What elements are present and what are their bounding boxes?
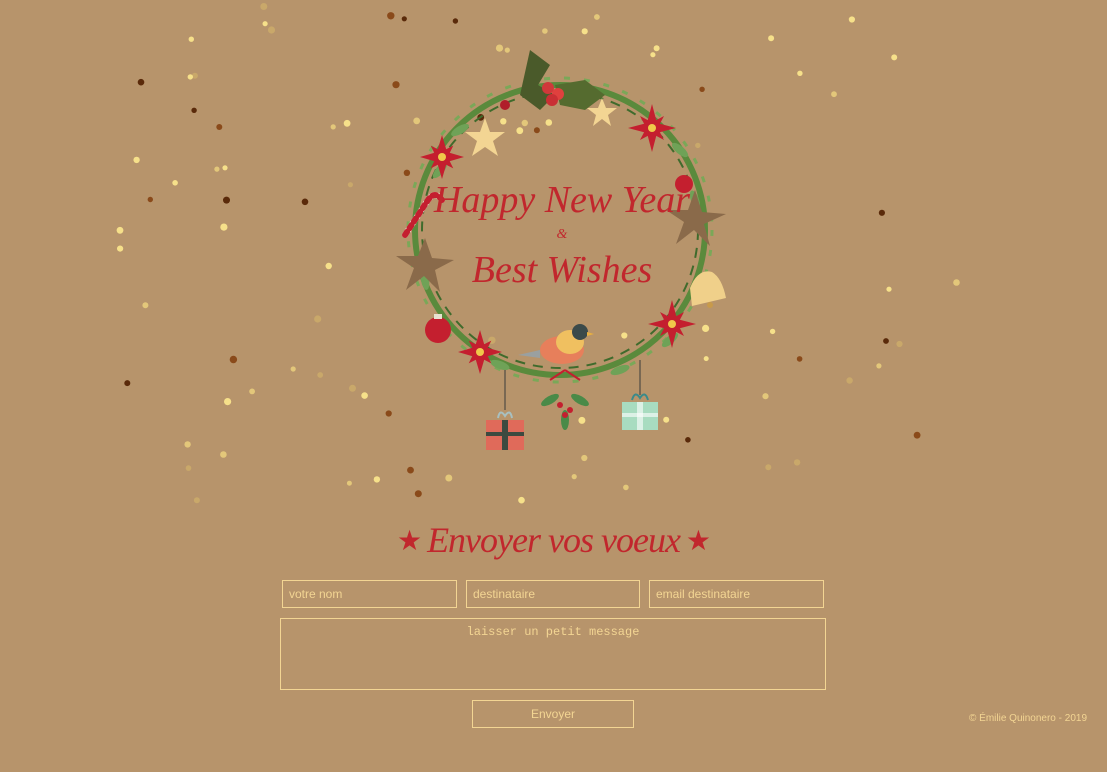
confetti-dot — [220, 451, 227, 458]
bird-icon — [518, 324, 594, 364]
confetti-dot — [267, 26, 276, 34]
form-title: ★ Envoyer vos voeux ★ — [0, 518, 1107, 566]
send-button[interactable]: Envoyer — [472, 700, 634, 728]
confetti-dot — [142, 302, 149, 309]
confetti-dot — [883, 338, 889, 344]
confetti-dot — [325, 262, 332, 270]
confetti-dot — [848, 16, 856, 23]
confetti-dot — [581, 28, 588, 35]
greeting-line-1: Happy New Year — [433, 179, 690, 221]
confetti-dot — [133, 156, 140, 164]
confetti-dot — [913, 431, 921, 439]
confetti-dot — [314, 315, 322, 323]
confetti-dot — [116, 226, 124, 234]
confetti-dot — [349, 384, 356, 392]
confetti-dot — [571, 474, 577, 480]
confetti-dot — [452, 18, 459, 24]
confetti-dot — [793, 459, 801, 466]
confetti-dot — [147, 196, 153, 203]
recipient-email-input[interactable] — [649, 580, 824, 608]
confetti-dot — [343, 119, 351, 127]
confetti-dot — [249, 388, 256, 395]
confetti-dot — [831, 91, 837, 98]
confetti-dot — [876, 363, 882, 369]
confetti-dot — [796, 356, 803, 362]
confetti-dot — [330, 124, 336, 130]
confetti-dot — [769, 328, 776, 335]
confetti-dot — [762, 393, 769, 400]
confetti-dot — [216, 124, 223, 130]
star-icon: ★ — [396, 526, 422, 557]
confetti-dot — [373, 476, 381, 483]
gift-icon — [622, 360, 658, 430]
confetti-dot — [229, 355, 238, 364]
greeting-ampersand: & — [557, 227, 568, 242]
confetti-dot — [518, 496, 525, 504]
mistletoe-icon — [541, 369, 589, 430]
confetti-dot — [346, 480, 352, 486]
confetti-dot — [361, 392, 368, 399]
confetti-dot — [414, 490, 422, 498]
confetti-dot — [260, 3, 268, 10]
confetti-dot — [387, 12, 395, 20]
confetti-dot — [896, 340, 903, 348]
confetti-dot — [224, 398, 232, 406]
confetti-dot — [214, 166, 220, 172]
confetti-dot — [193, 497, 200, 504]
confetti-dot — [886, 286, 892, 292]
confetti-dot — [220, 223, 228, 231]
confetti-dot — [222, 165, 228, 171]
confetti-dot — [594, 14, 600, 20]
confetti-dot — [768, 35, 775, 42]
greeting-line-2: Best Wishes — [472, 249, 652, 291]
confetti-dot — [445, 474, 453, 482]
holly-icon — [520, 50, 605, 110]
confetti-dot — [797, 70, 803, 77]
confetti-dot — [347, 182, 353, 188]
confetti-dot — [117, 245, 124, 252]
star-icon: ★ — [685, 526, 711, 557]
confetti-dot — [407, 466, 414, 474]
message-textarea[interactable] — [280, 618, 826, 690]
confetti-dot — [262, 21, 268, 27]
confetti-dot — [623, 484, 629, 491]
confetti-dot — [184, 441, 191, 448]
confetti-dot — [878, 209, 886, 216]
gift-icon — [486, 370, 524, 450]
confetti-dot — [290, 366, 296, 372]
confetti-dot — [223, 196, 230, 204]
copyright-text: © Émilie Quinonero - 2019 — [969, 713, 1087, 724]
christmas-wreath-illustration: Happy New Year & Best Wishes — [396, 50, 726, 450]
confetti-dot — [891, 54, 898, 61]
confetti-dot — [542, 28, 548, 34]
confetti-dot — [185, 465, 192, 471]
confetti-dot — [301, 198, 309, 206]
confetti-dot — [401, 16, 407, 22]
name-input[interactable] — [282, 580, 457, 608]
confetti-dot — [765, 464, 772, 471]
confetti-dot — [137, 78, 145, 86]
recipient-input[interactable] — [466, 580, 640, 608]
confetti-dot — [124, 380, 131, 387]
confetti-dot — [846, 377, 853, 384]
confetti-dot — [317, 372, 324, 378]
confetti-dot — [188, 36, 194, 42]
form-title-text: Envoyer vos voeux — [427, 520, 681, 560]
confetti-dot — [953, 279, 960, 286]
confetti-dot — [172, 180, 178, 186]
confetti-dot — [187, 74, 193, 80]
confetti-dot — [191, 107, 197, 114]
